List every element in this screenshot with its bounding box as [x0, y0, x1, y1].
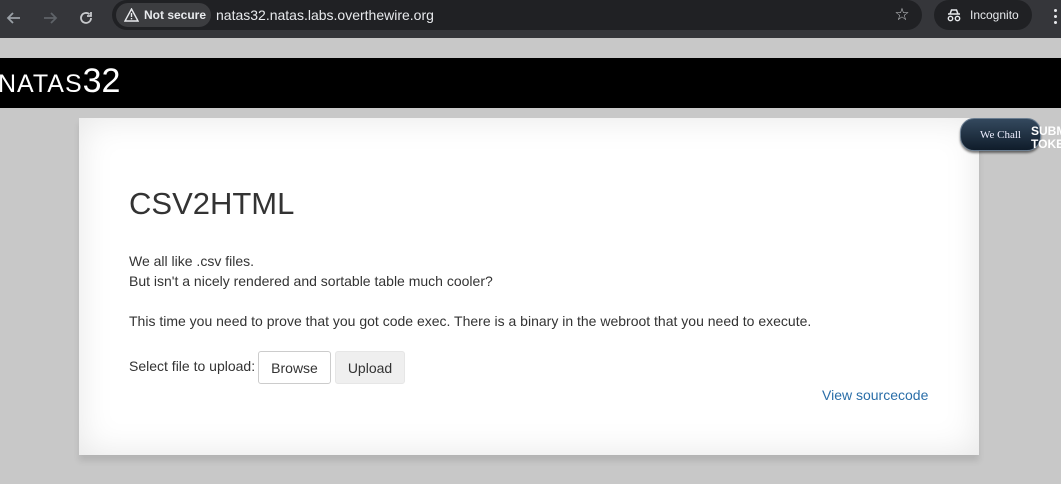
wechall-submit-token[interactable]: SUBM TOKE — [1031, 125, 1061, 151]
wechall-badge[interactable]: We Chall — [960, 118, 1041, 151]
security-chip[interactable]: Not secure — [116, 3, 211, 27]
warning-icon — [124, 8, 139, 22]
intro-line-2: But isn't a nicely rendered and sortable… — [129, 273, 493, 289]
wechall-widget[interactable]: We Chall SUBM TOKE — [960, 118, 1061, 154]
security-label: Not secure — [144, 8, 207, 22]
reload-icon[interactable] — [72, 4, 100, 32]
incognito-label: Incognito — [970, 8, 1019, 22]
browser-toolbar: Not secure natas32.natas.labs.overthewir… — [0, 0, 1061, 38]
page-title: CSV2HTML — [129, 186, 295, 221]
intro-line-1: We all like .csv files. — [129, 253, 254, 269]
incognito-chip[interactable]: Incognito — [934, 0, 1032, 30]
upload-button[interactable]: Upload — [335, 351, 405, 384]
address-bar[interactable]: Not secure natas32.natas.labs.overthewir… — [112, 0, 922, 30]
incognito-icon — [946, 8, 962, 22]
natas-banner: NATAS32 — [0, 58, 1061, 108]
content-panel: CSV2HTML We all like .csv files. But isn… — [79, 118, 979, 455]
wechall-side-line-2: TOKE — [1031, 137, 1061, 151]
url-text[interactable]: natas32.natas.labs.overthewire.org — [216, 7, 434, 23]
view-sourcecode-link[interactable]: View sourcecode — [822, 387, 928, 403]
more-menu-icon[interactable] — [1048, 4, 1061, 28]
page-body: NATAS32 CSV2HTML We all like .csv files.… — [0, 38, 1061, 484]
banner-title-number: 32 — [82, 62, 121, 100]
bookmark-star-icon[interactable]: ☆ — [890, 3, 914, 27]
banner-title: NATAS32 — [0, 62, 120, 101]
browse-button[interactable]: Browse — [258, 351, 331, 384]
instruction-text: This time you need to prove that you got… — [129, 313, 812, 329]
banner-title-prefix: NATAS — [0, 70, 83, 98]
back-icon[interactable] — [0, 4, 28, 32]
upload-label: Select file to upload: — [129, 358, 256, 374]
forward-icon[interactable] — [36, 4, 64, 32]
